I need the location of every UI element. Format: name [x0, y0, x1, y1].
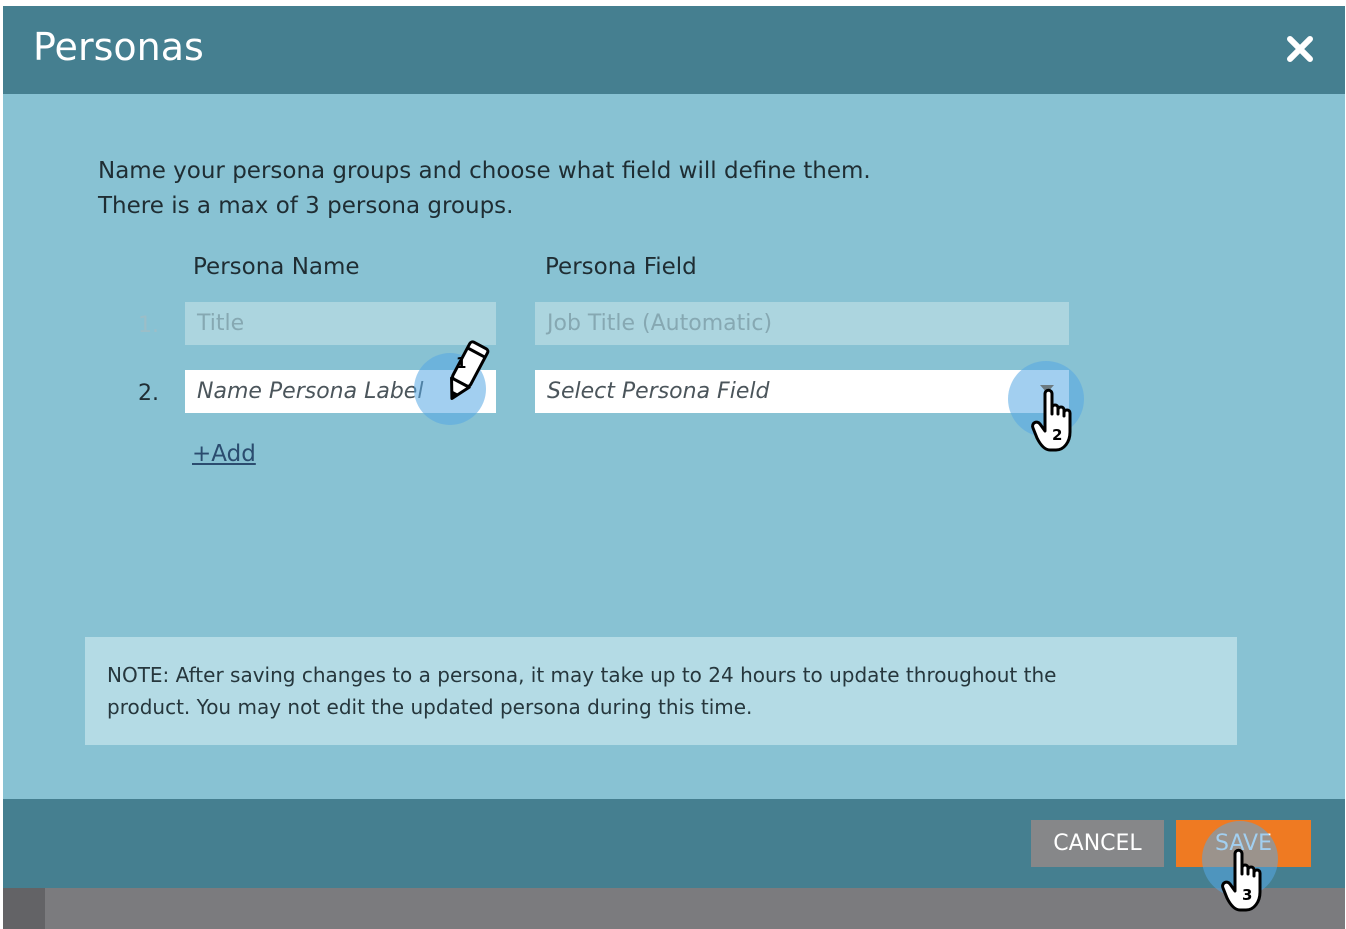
persona-name-column-label: Persona Name — [193, 254, 360, 280]
close-icon — [1287, 36, 1313, 62]
note-line-2: product. You may not edit the updated pe… — [107, 695, 753, 719]
persona-name-input-1: Title — [185, 302, 496, 345]
persona-name-input-2[interactable]: Name Persona Label — [185, 370, 496, 413]
row-1-number: 1. — [138, 313, 159, 338]
close-button[interactable] — [1277, 26, 1323, 72]
persona-field-select-1: Job Title (Automatic) — [535, 302, 1069, 345]
save-button[interactable]: SAVE — [1176, 820, 1311, 867]
screen: Personas Name your persona groups and ch… — [0, 0, 1346, 929]
row-2-number: 2. — [138, 381, 159, 406]
intro-line-2: There is a max of 3 persona groups. — [98, 193, 514, 219]
dialog-header: Personas — [3, 6, 1345, 94]
note-box: NOTE: After saving changes to a persona,… — [85, 637, 1237, 745]
personas-dialog: Personas Name your persona groups and ch… — [3, 6, 1345, 888]
background-page — [3, 888, 1345, 929]
dialog-footer: CANCEL SAVE — [3, 799, 1345, 888]
intro-line-1: Name your persona groups and choose what… — [98, 158, 871, 184]
cancel-button[interactable]: CANCEL — [1031, 820, 1164, 867]
background-page-edge — [3, 888, 45, 929]
dialog-title: Personas — [33, 25, 204, 69]
add-persona-link[interactable]: +Add — [192, 438, 256, 470]
persona-field-column-label: Persona Field — [545, 254, 697, 280]
persona-field-select-2[interactable]: Select Persona Field — [535, 370, 1069, 413]
note-line-1: NOTE: After saving changes to a persona,… — [107, 663, 1057, 687]
intro-text: Name your persona groups and choose what… — [98, 154, 871, 224]
chevron-down-icon[interactable] — [1040, 385, 1054, 393]
